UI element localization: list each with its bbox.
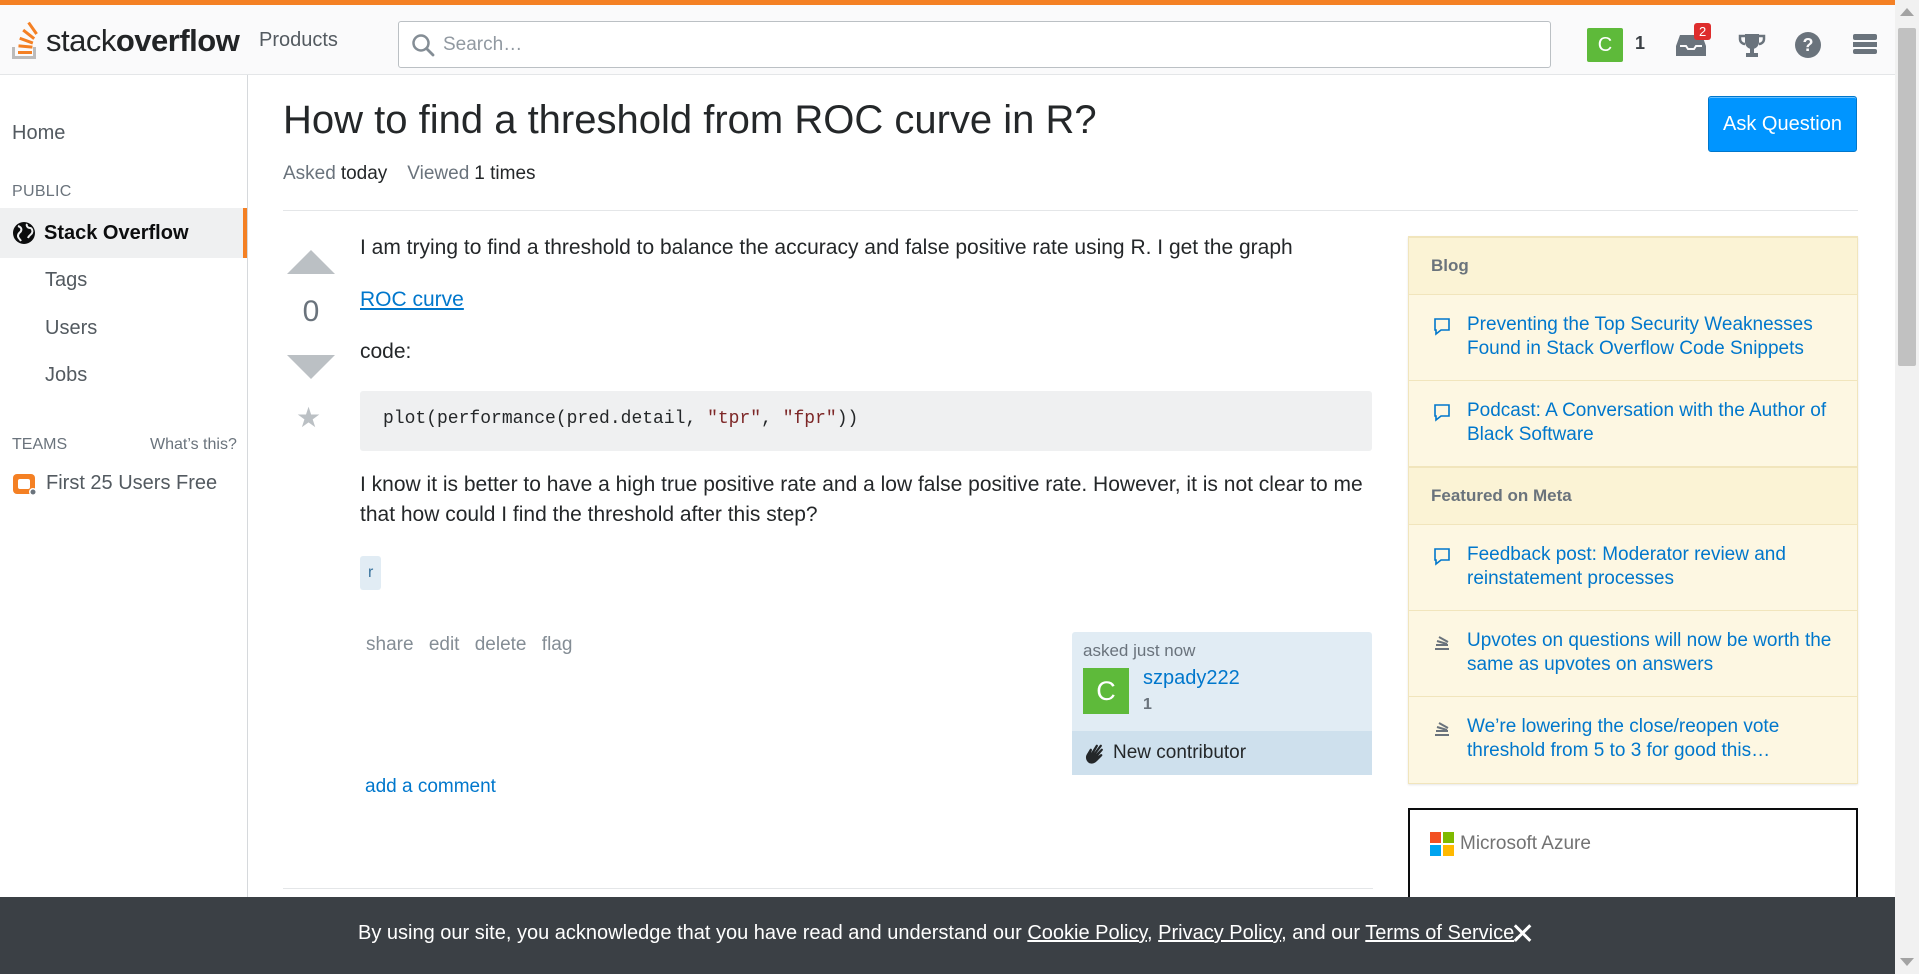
vote-count: 0: [302, 295, 320, 328]
globe-icon: [13, 222, 35, 244]
stack-exchange-meta-icon: [1435, 722, 1449, 736]
edit-link[interactable]: edit: [429, 634, 460, 655]
nav-stackoverflow[interactable]: Stack Overflow: [0, 208, 247, 258]
delete-link[interactable]: delete: [475, 634, 527, 655]
favorite-star-icon[interactable]: ★: [296, 401, 321, 434]
post-actions: share edit delete flag: [366, 634, 582, 656]
blog-meta-widget: Blog Preventing the Top Security Weaknes…: [1408, 236, 1858, 784]
viewed-value: 1 times: [474, 163, 536, 184]
asked-value: today: [340, 163, 388, 184]
teams-briefcase-icon: [13, 474, 37, 496]
tag-r[interactable]: r: [360, 556, 382, 590]
teams-whats-this-link[interactable]: What’s this?: [150, 436, 237, 454]
scroll-down-arrow[interactable]: [1900, 958, 1914, 966]
meta-item-text[interactable]: Upvotes on questions will now be worth t…: [1467, 629, 1837, 677]
blog-item-text[interactable]: Podcast: A Conversation with the Author …: [1467, 399, 1837, 447]
close-icon[interactable]: ✕: [1510, 917, 1535, 952]
trophy-icon: [1738, 34, 1766, 57]
asked-label: Asked: [283, 163, 336, 184]
left-sidebar: Home PUBLIC Stack Overflow Tags Users Jo…: [0, 75, 248, 974]
stack-exchange-meta-icon: [1435, 636, 1449, 650]
meta-item[interactable]: We’re lowering the close/reopen vote thr…: [1409, 697, 1857, 783]
asked-time[interactable]: asked just now: [1083, 641, 1195, 661]
owner-reputation: 1: [1143, 696, 1152, 713]
speech-bubble-icon: [1434, 548, 1450, 566]
blog-item[interactable]: Preventing the Top Security Weaknesses F…: [1409, 295, 1857, 381]
meta-item[interactable]: Feedback post: Moderator review and rein…: [1409, 525, 1857, 611]
nav-jobs[interactable]: Jobs: [45, 364, 87, 387]
divider: [283, 888, 1373, 889]
wave-hand-icon: [1085, 744, 1103, 764]
inbox-badge: 2: [1694, 23, 1712, 40]
ad-brand: Microsoft Azure: [1460, 833, 1591, 854]
add-comment-link[interactable]: add a comment: [365, 776, 496, 798]
stackoverflow-logo-icon: [12, 21, 38, 59]
new-contributor-label: New contributor: [1113, 742, 1247, 763]
viewed-label: Viewed: [407, 163, 470, 184]
inbox-button[interactable]: 2: [1672, 23, 1712, 63]
blog-header: Blog: [1409, 237, 1857, 295]
cookie-banner: By using our site, you acknowledge that …: [0, 897, 1895, 974]
meta-item-text[interactable]: Feedback post: Moderator review and rein…: [1467, 543, 1837, 591]
flag-link[interactable]: flag: [542, 634, 573, 655]
blog-item-text[interactable]: Preventing the Top Security Weaknesses F…: [1467, 313, 1837, 361]
first-users-free-label: First 25 Users Free: [46, 471, 218, 494]
question-meta: Asked today Viewed 1 times: [283, 163, 556, 185]
nav-home[interactable]: Home: [12, 122, 65, 145]
speech-bubble-icon: [1434, 318, 1450, 336]
nav-teams-label: TEAMS: [12, 436, 68, 453]
code-block: plot(performance(pred.detail, "tpr", "fp…: [360, 391, 1372, 451]
stack-exchange-icon: [1853, 34, 1877, 54]
meta-item[interactable]: Upvotes on questions will now be worth t…: [1409, 611, 1857, 697]
speech-bubble-icon: [1434, 404, 1450, 422]
featured-on-meta-header: Featured on Meta: [1409, 467, 1857, 525]
terms-of-service-link[interactable]: Terms of Service: [1365, 922, 1514, 944]
nav-public-label: PUBLIC: [12, 183, 72, 200]
meta-item-text[interactable]: We’re lowering the close/reopen vote thr…: [1467, 715, 1837, 763]
question-title[interactable]: How to find a threshold from ROC curve i…: [283, 98, 1097, 143]
privacy-policy-link[interactable]: Privacy Policy: [1158, 922, 1281, 944]
ask-question-button[interactable]: Ask Question: [1708, 96, 1857, 152]
nav-first-users-free[interactable]: First 25 Users Free: [12, 470, 217, 496]
nav-tags[interactable]: Tags: [45, 269, 87, 292]
top-bar: stackoverflow Products C 1 2 ?: [0, 0, 1895, 75]
share-link[interactable]: share: [366, 634, 414, 655]
microsoft-logo-icon: [1430, 832, 1454, 856]
user-reputation[interactable]: 1: [1635, 33, 1645, 54]
cookie-policy-link[interactable]: Cookie Policy: [1027, 922, 1147, 944]
search-box[interactable]: [398, 21, 1551, 68]
question-paragraph-2: I know it is better to have a high true …: [360, 473, 1363, 526]
owner-user-card: asked just now C szpady222 1 New contrib…: [1072, 632, 1372, 775]
nav-users[interactable]: Users: [45, 317, 97, 340]
nav-stackoverflow-label: Stack Overflow: [44, 221, 189, 244]
cookie-text: By using our site, you acknowledge that …: [358, 922, 1520, 944]
microsoft-azure-logo: Microsoft Azure: [1430, 832, 1591, 856]
search-icon: [412, 33, 435, 56]
stackoverflow-logo[interactable]: stackoverflow: [10, 18, 240, 64]
site-switcher-button[interactable]: [1846, 27, 1884, 63]
owner-username[interactable]: szpady222: [1143, 667, 1240, 690]
achievements-button[interactable]: [1733, 27, 1771, 63]
products-menu[interactable]: Products: [259, 29, 338, 52]
downvote-button[interactable]: [287, 355, 335, 379]
divider: [283, 210, 1858, 211]
scrollbar-thumb[interactable]: [1898, 28, 1916, 366]
question-paragraph-1: I am trying to find a threshold to balan…: [360, 236, 1293, 259]
svg-text:?: ?: [1803, 35, 1814, 55]
help-icon: ?: [1795, 32, 1821, 58]
user-avatar[interactable]: C: [1587, 28, 1623, 62]
upvote-button[interactable]: [287, 250, 335, 274]
search-input[interactable]: [443, 33, 1523, 56]
help-button[interactable]: ?: [1789, 27, 1827, 63]
blog-item[interactable]: Podcast: A Conversation with the Author …: [1409, 381, 1857, 467]
scroll-up-arrow[interactable]: [1900, 8, 1914, 16]
logo-text: stackoverflow: [46, 23, 240, 58]
owner-avatar[interactable]: C: [1083, 668, 1129, 714]
roc-curve-link[interactable]: ROC curve: [360, 288, 464, 312]
new-contributor-indicator[interactable]: New contributor: [1072, 731, 1372, 775]
code-label: code:: [360, 340, 412, 363]
